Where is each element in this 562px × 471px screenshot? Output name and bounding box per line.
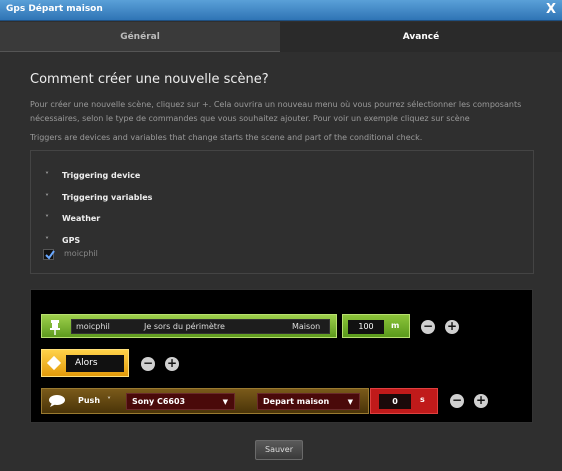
distance-block: 100 m [342, 314, 410, 338]
remove-action-button[interactable]: − [450, 394, 464, 408]
chevron-down-icon: ˅ [45, 214, 49, 223]
page-heading: Comment créer une nouvelle scène? [30, 72, 269, 87]
triggers-note: Triggers are devices and variables that … [30, 133, 423, 142]
scene-select-value: Depart maison [263, 397, 330, 406]
push-type-select[interactable]: Push ˅ [78, 396, 111, 405]
chevron-down-icon: ˅ [45, 193, 49, 202]
window-title: Gps Départ maison [6, 4, 103, 14]
delay-block: 0 s [370, 388, 438, 414]
section-triggering-variables[interactable]: ˅ Triggering variables [45, 193, 152, 202]
gps-user: moicphil [76, 322, 110, 331]
delay-unit: s [420, 395, 425, 404]
push-action-block[interactable]: Push ˅ Sony C6603 ▼ Depart maison ▼ [41, 388, 369, 414]
gps-user-checkbox[interactable] [43, 249, 55, 260]
gps-user-label: moicphil [64, 249, 98, 258]
add-alors-button[interactable]: + [165, 357, 179, 371]
description-text: Pour créer une nouvelle scène, cliquez s… [30, 100, 522, 123]
tab-general[interactable]: Général [0, 22, 280, 52]
alors-block[interactable]: Alors [41, 349, 129, 377]
speech-bubble-icon [49, 395, 65, 407]
gps-place: Maison [292, 322, 321, 331]
section-gps[interactable]: ˅ GPS [45, 236, 80, 245]
diamond-icon [46, 355, 62, 371]
save-button[interactable]: Sauver [255, 440, 303, 460]
chevron-down-icon: ˅ [107, 396, 112, 405]
gps-condition-field[interactable]: moicphil Je sors du périmètre Maison [71, 319, 330, 334]
triggers-panel: ˅ Triggering device ˅ Triggering variables… [30, 150, 534, 274]
scene-builder: moicphil Je sors du périmètre Maison 100… [30, 289, 533, 423]
pin-icon [50, 320, 60, 335]
tab-avance[interactable]: Avancé [280, 22, 562, 52]
dropdown-arrow-icon: ▼ [222, 398, 228, 406]
add-condition-button[interactable]: + [445, 320, 459, 334]
scene-select[interactable]: Depart maison ▼ [257, 393, 360, 410]
tab-bar: Général Avancé [0, 22, 562, 52]
distance-unit: m [391, 321, 400, 330]
chevron-down-icon: ˅ [45, 236, 49, 245]
distance-input[interactable]: 100 [348, 320, 384, 334]
remove-condition-button[interactable]: − [421, 320, 435, 334]
section-label: GPS [62, 236, 81, 245]
add-action-button[interactable]: + [474, 394, 488, 408]
remove-alors-button[interactable]: − [141, 357, 155, 371]
gps-event: Je sors du périmètre [144, 322, 225, 331]
delay-input[interactable]: 0 [379, 394, 411, 409]
chevron-down-icon: ˅ [45, 171, 49, 180]
title-bar: Gps Départ maison X [0, 0, 562, 21]
section-weather[interactable]: ˅ Weather [45, 214, 100, 223]
device-select-value: Sony C6603 [132, 397, 186, 406]
section-label: Weather [62, 214, 101, 223]
section-label: Triggering device [62, 171, 141, 180]
section-label: Triggering variables [62, 193, 153, 202]
close-icon[interactable]: X [546, 2, 556, 17]
gps-condition-block[interactable]: moicphil Je sors du périmètre Maison [41, 314, 337, 338]
alors-label: Alors [66, 355, 124, 372]
push-type-label: Push [78, 396, 101, 405]
dropdown-arrow-icon: ▼ [347, 398, 353, 406]
section-triggering-device[interactable]: ˅ Triggering device [45, 171, 140, 180]
checkmark-icon [45, 250, 55, 260]
device-select[interactable]: Sony C6603 ▼ [126, 393, 235, 410]
